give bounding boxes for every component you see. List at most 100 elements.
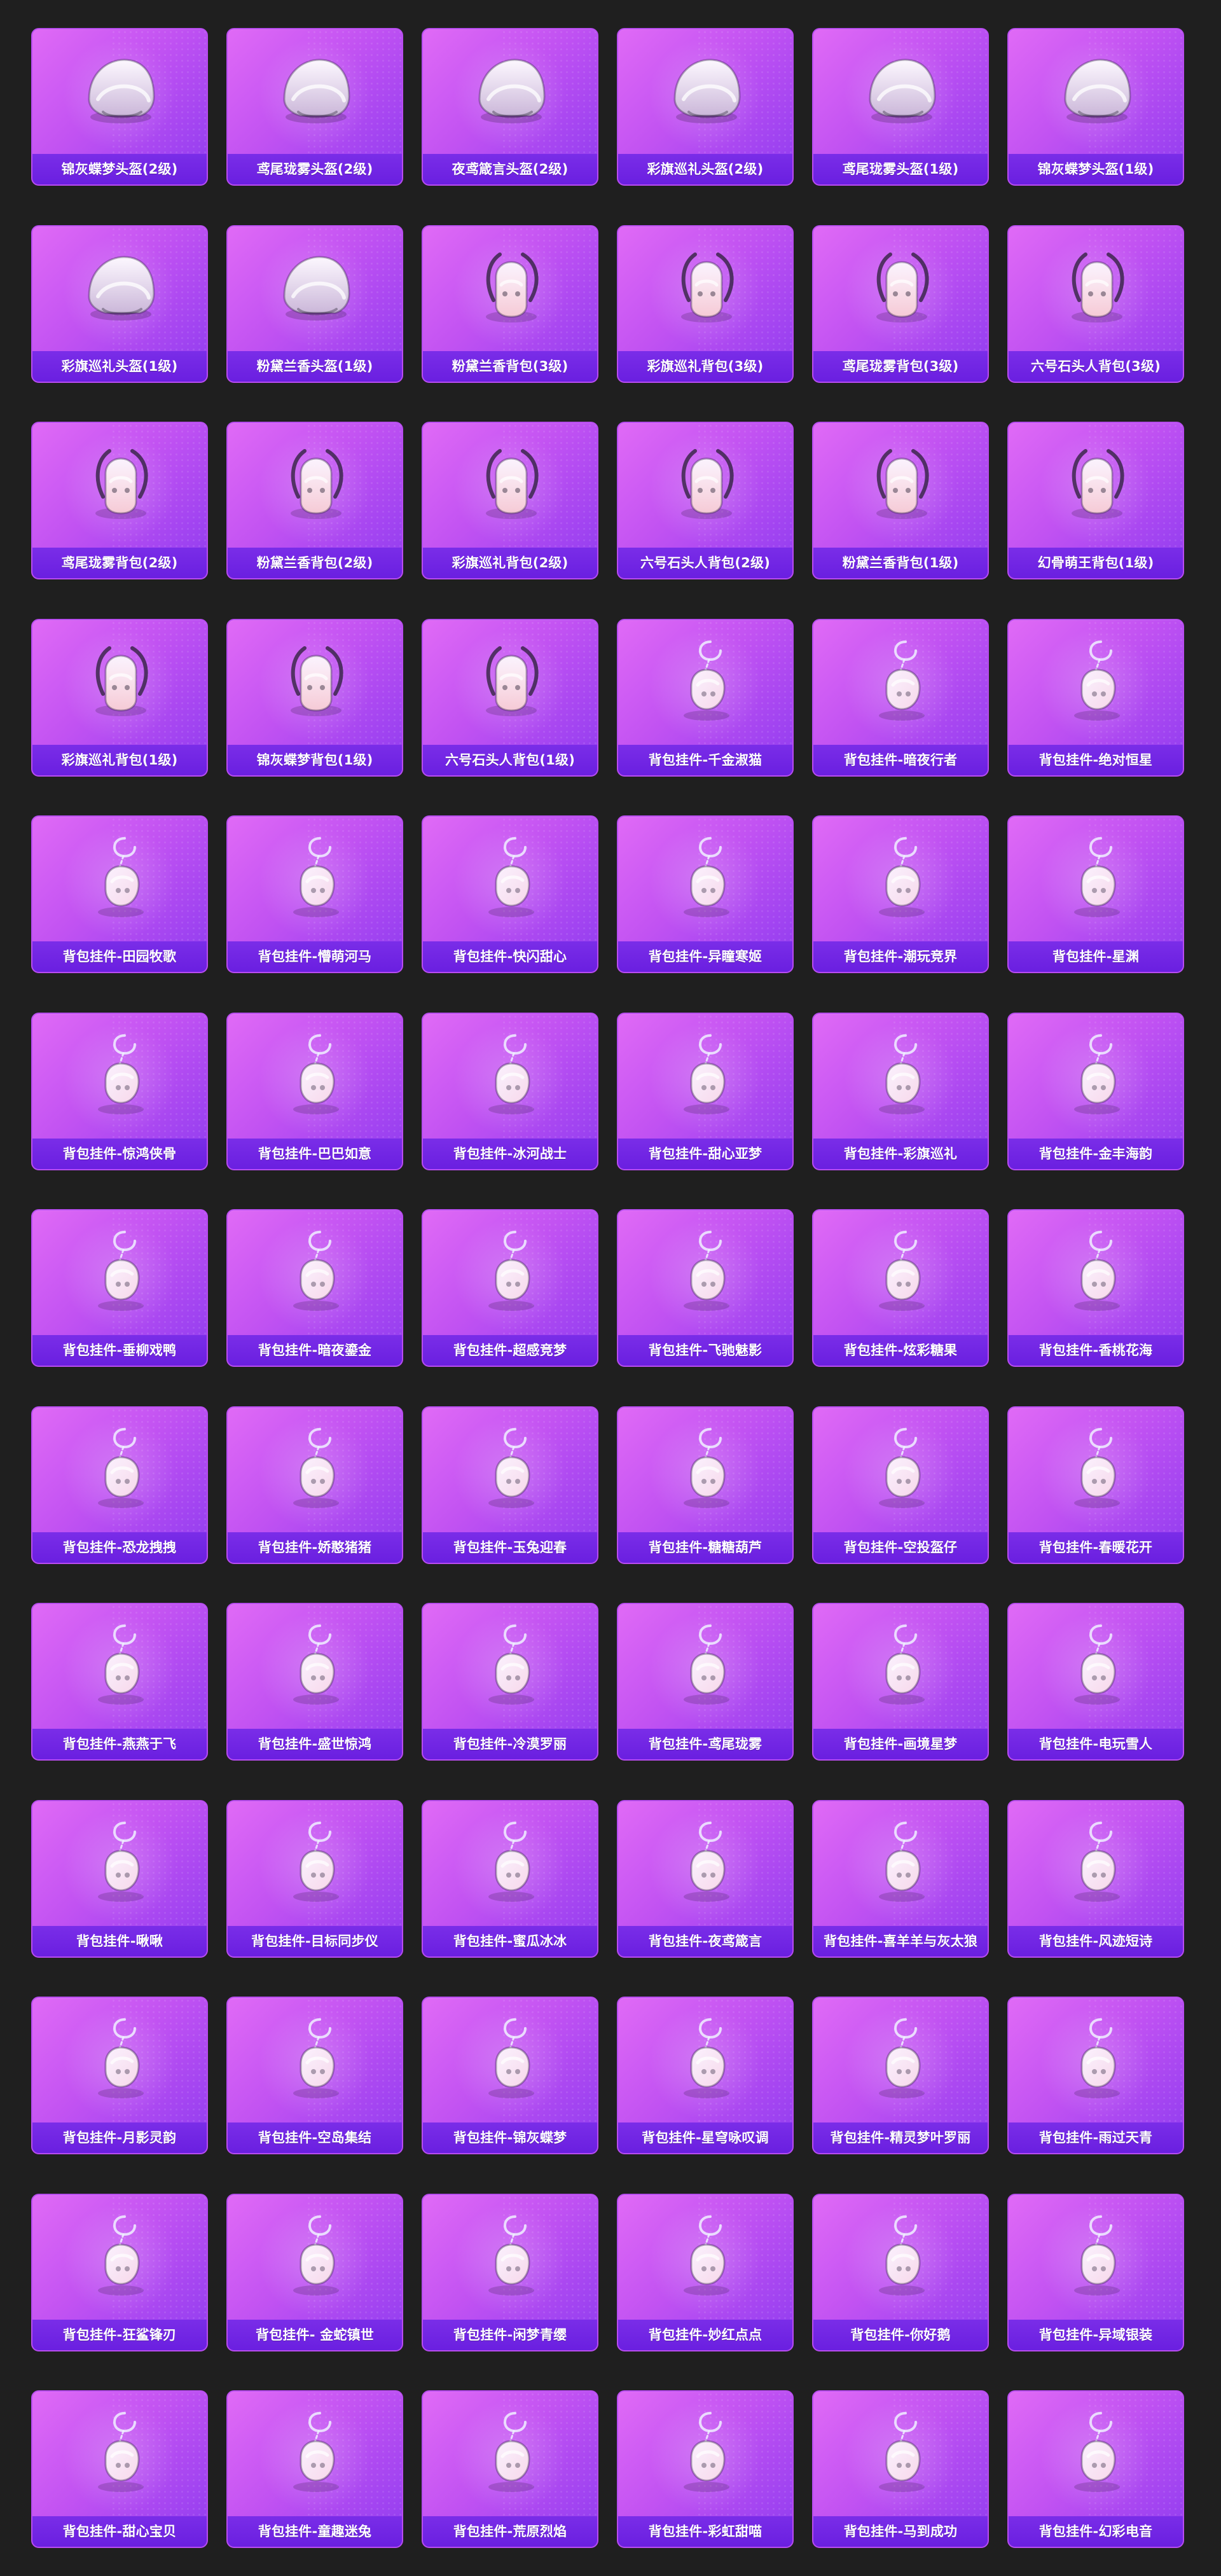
- item-card[interactable]: 背包挂件-画境星梦: [812, 1603, 989, 1761]
- label-bar: 彩旗巡礼背包(2级): [423, 548, 597, 578]
- label-bar: 背包挂件-彩旗巡礼: [813, 1138, 988, 1169]
- item-name: 背包挂件-狂鲨锋刃: [62, 2327, 177, 2343]
- item-name: 背包挂件-蜜瓜冰冰: [453, 1933, 567, 1949]
- item-card[interactable]: 背包挂件-喜羊羊与灰太狼: [812, 1799, 989, 1958]
- item-name: 鸢尾珑雾背包(3级): [842, 358, 959, 374]
- item-art: [423, 2392, 597, 2516]
- item-card[interactable]: 背包挂件-妙红点点: [617, 2193, 794, 2351]
- item-card[interactable]: 锦灰蝶梦头盔(2级): [31, 28, 208, 186]
- item-card[interactable]: 夜鸢箴言头盔(2级): [422, 28, 598, 186]
- item-card[interactable]: 背包挂件-甜心亚梦: [617, 1012, 794, 1170]
- item-name: 背包挂件-异域银装: [1038, 2327, 1153, 2343]
- item-card[interactable]: 粉黛兰香背包(2级): [226, 422, 403, 579]
- item-card[interactable]: 背包挂件-彩旗巡礼: [812, 1012, 989, 1170]
- item-card[interactable]: 背包挂件-快闪甜心: [422, 815, 598, 973]
- item-card[interactable]: 背包挂件-电玩雪人: [1007, 1603, 1184, 1761]
- item-card[interactable]: 背包挂件-冰河战士: [422, 1012, 598, 1170]
- item-card[interactable]: 锦灰蝶梦背包(1级): [226, 618, 403, 777]
- label-bar: 背包挂件-彩虹甜喵: [618, 2516, 792, 2547]
- item-card[interactable]: 锦灰蝶梦头盔(1级): [1007, 28, 1184, 186]
- item-art: [423, 423, 597, 548]
- item-card[interactable]: 背包挂件-锦灰蝶梦: [422, 1997, 598, 2154]
- item-card[interactable]: 背包挂件-荒原烈焰: [422, 2390, 598, 2548]
- item-card[interactable]: 背包挂件-盛世惊鸿: [226, 1603, 403, 1761]
- item-card[interactable]: 粉黛兰香背包(1级): [812, 422, 989, 579]
- item-card[interactable]: 背包挂件-夜鸢箴言: [617, 1799, 794, 1958]
- item-name: 背包挂件-懵萌河马: [258, 949, 372, 964]
- item-card[interactable]: 背包挂件-炫彩糖果: [812, 1209, 989, 1367]
- item-card[interactable]: 背包挂件-巴巴如意: [226, 1012, 403, 1170]
- item-card[interactable]: 六号石头人背包(1级): [422, 618, 598, 777]
- item-name: 背包挂件-冰河战士: [453, 1146, 567, 1161]
- item-card[interactable]: 背包挂件-啾啾: [31, 1799, 208, 1958]
- label-bar: 背包挂件-懵萌河马: [228, 941, 402, 972]
- item-card[interactable]: 鸢尾珑雾头盔(1级): [812, 28, 989, 186]
- item-card[interactable]: 背包挂件-恐龙拽拽: [31, 1406, 208, 1564]
- item-card[interactable]: 背包挂件-千金淑猫: [617, 618, 794, 777]
- item-card[interactable]: 背包挂件-彩虹甜喵: [617, 2390, 794, 2548]
- item-name: 背包挂件-童趣迷兔: [258, 2524, 372, 2539]
- item-card[interactable]: 背包挂件-玉兔迎春: [422, 1406, 598, 1564]
- item-card[interactable]: 背包挂件-娇憨猪猪: [226, 1406, 403, 1564]
- item-card[interactable]: 背包挂件-星渊: [1007, 815, 1184, 973]
- item-card[interactable]: 粉黛兰香头盔(1级): [226, 225, 403, 383]
- item-card[interactable]: 背包挂件-异瞳寒姬: [617, 815, 794, 973]
- item-card[interactable]: 背包挂件-糖糖葫芦: [617, 1406, 794, 1564]
- item-card[interactable]: 背包挂件-绝对恒星: [1007, 618, 1184, 777]
- item-card[interactable]: 背包挂件- 金蛇镇世: [226, 2193, 403, 2351]
- item-card[interactable]: 六号石头人背包(3级): [1007, 225, 1184, 383]
- item-card[interactable]: 六号石头人背包(2级): [617, 422, 794, 579]
- item-art: [228, 2195, 402, 2320]
- item-card[interactable]: 背包挂件-异域银装: [1007, 2193, 1184, 2351]
- item-card[interactable]: 背包挂件-飞驰魅影: [617, 1209, 794, 1367]
- item-card[interactable]: 背包挂件-目标同步仪: [226, 1799, 403, 1958]
- item-art: [1009, 2195, 1183, 2320]
- item-art: [618, 1014, 792, 1139]
- item-card[interactable]: 背包挂件-狂鲨锋刃: [31, 2193, 208, 2351]
- item-card[interactable]: 彩旗巡礼头盔(2级): [617, 28, 794, 186]
- item-card[interactable]: 背包挂件-垂柳戏鸭: [31, 1209, 208, 1367]
- item-card[interactable]: 背包挂件-马到成功: [812, 2390, 989, 2548]
- item-card[interactable]: 背包挂件-鸢尾珑雾: [617, 1603, 794, 1761]
- item-card[interactable]: 彩旗巡礼背包(1级): [31, 618, 208, 777]
- item-card[interactable]: 幻骨萌王背包(1级): [1007, 422, 1184, 579]
- item-card[interactable]: 背包挂件-潮玩竞界: [812, 815, 989, 973]
- item-card[interactable]: 背包挂件-童趣迷兔: [226, 2390, 403, 2548]
- item-card[interactable]: 背包挂件-空投盔仔: [812, 1406, 989, 1564]
- item-art: [32, 620, 207, 745]
- item-card[interactable]: 背包挂件-星穹咏叹调: [617, 1997, 794, 2154]
- item-card[interactable]: 鸢尾珑雾头盔(2级): [226, 28, 403, 186]
- item-card[interactable]: 背包挂件-惊鸿侠骨: [31, 1012, 208, 1170]
- item-card[interactable]: 背包挂件-空岛集结: [226, 1997, 403, 2154]
- item-card[interactable]: 粉黛兰香背包(3级): [422, 225, 598, 383]
- item-card[interactable]: 背包挂件-懵萌河马: [226, 815, 403, 973]
- item-card[interactable]: 背包挂件-冷漠罗丽: [422, 1603, 598, 1761]
- item-card[interactable]: 背包挂件-暗夜鎏金: [226, 1209, 403, 1367]
- item-name: 锦灰蝶梦头盔(1级): [1037, 162, 1154, 177]
- item-card[interactable]: 鸢尾珑雾背包(2级): [31, 422, 208, 579]
- item-card[interactable]: 背包挂件-田园牧歌: [31, 815, 208, 973]
- item-card[interactable]: 背包挂件-月影灵韵: [31, 1997, 208, 2154]
- item-card[interactable]: 背包挂件-幻彩电音: [1007, 2390, 1184, 2548]
- item-card[interactable]: 彩旗巡礼头盔(1级): [31, 225, 208, 383]
- item-card[interactable]: 背包挂件-金丰海韵: [1007, 1012, 1184, 1170]
- item-card[interactable]: 背包挂件-闲梦青缨: [422, 2193, 598, 2351]
- item-card[interactable]: 背包挂件-雨过天青: [1007, 1997, 1184, 2154]
- item-card[interactable]: 背包挂件-精灵梦叶罗丽: [812, 1997, 989, 2154]
- item-card[interactable]: 背包挂件-风迹短诗: [1007, 1799, 1184, 1958]
- item-card[interactable]: 背包挂件-春暖花开: [1007, 1406, 1184, 1564]
- item-card[interactable]: 彩旗巡礼背包(3级): [617, 225, 794, 383]
- item-card[interactable]: 背包挂件-你好鹅: [812, 2193, 989, 2351]
- item-art: [228, 1408, 402, 1532]
- item-card[interactable]: 彩旗巡礼背包(2级): [422, 422, 598, 579]
- item-card[interactable]: 背包挂件-香桃花海: [1007, 1209, 1184, 1367]
- item-card[interactable]: 背包挂件-燕燕于飞: [31, 1603, 208, 1761]
- item-card[interactable]: 背包挂件-甜心宝贝: [31, 2390, 208, 2548]
- label-bar: 背包挂件-狂鲨锋刃: [32, 2319, 207, 2350]
- label-bar: 背包挂件-甜心宝贝: [32, 2516, 207, 2547]
- item-card[interactable]: 鸢尾珑雾背包(3级): [812, 225, 989, 383]
- item-card[interactable]: 背包挂件-暗夜行者: [812, 618, 989, 777]
- item-card[interactable]: 背包挂件-蜜瓜冰冰: [422, 1799, 598, 1958]
- label-bar: 背包挂件-童趣迷兔: [228, 2516, 402, 2547]
- item-card[interactable]: 背包挂件-超感竞梦: [422, 1209, 598, 1367]
